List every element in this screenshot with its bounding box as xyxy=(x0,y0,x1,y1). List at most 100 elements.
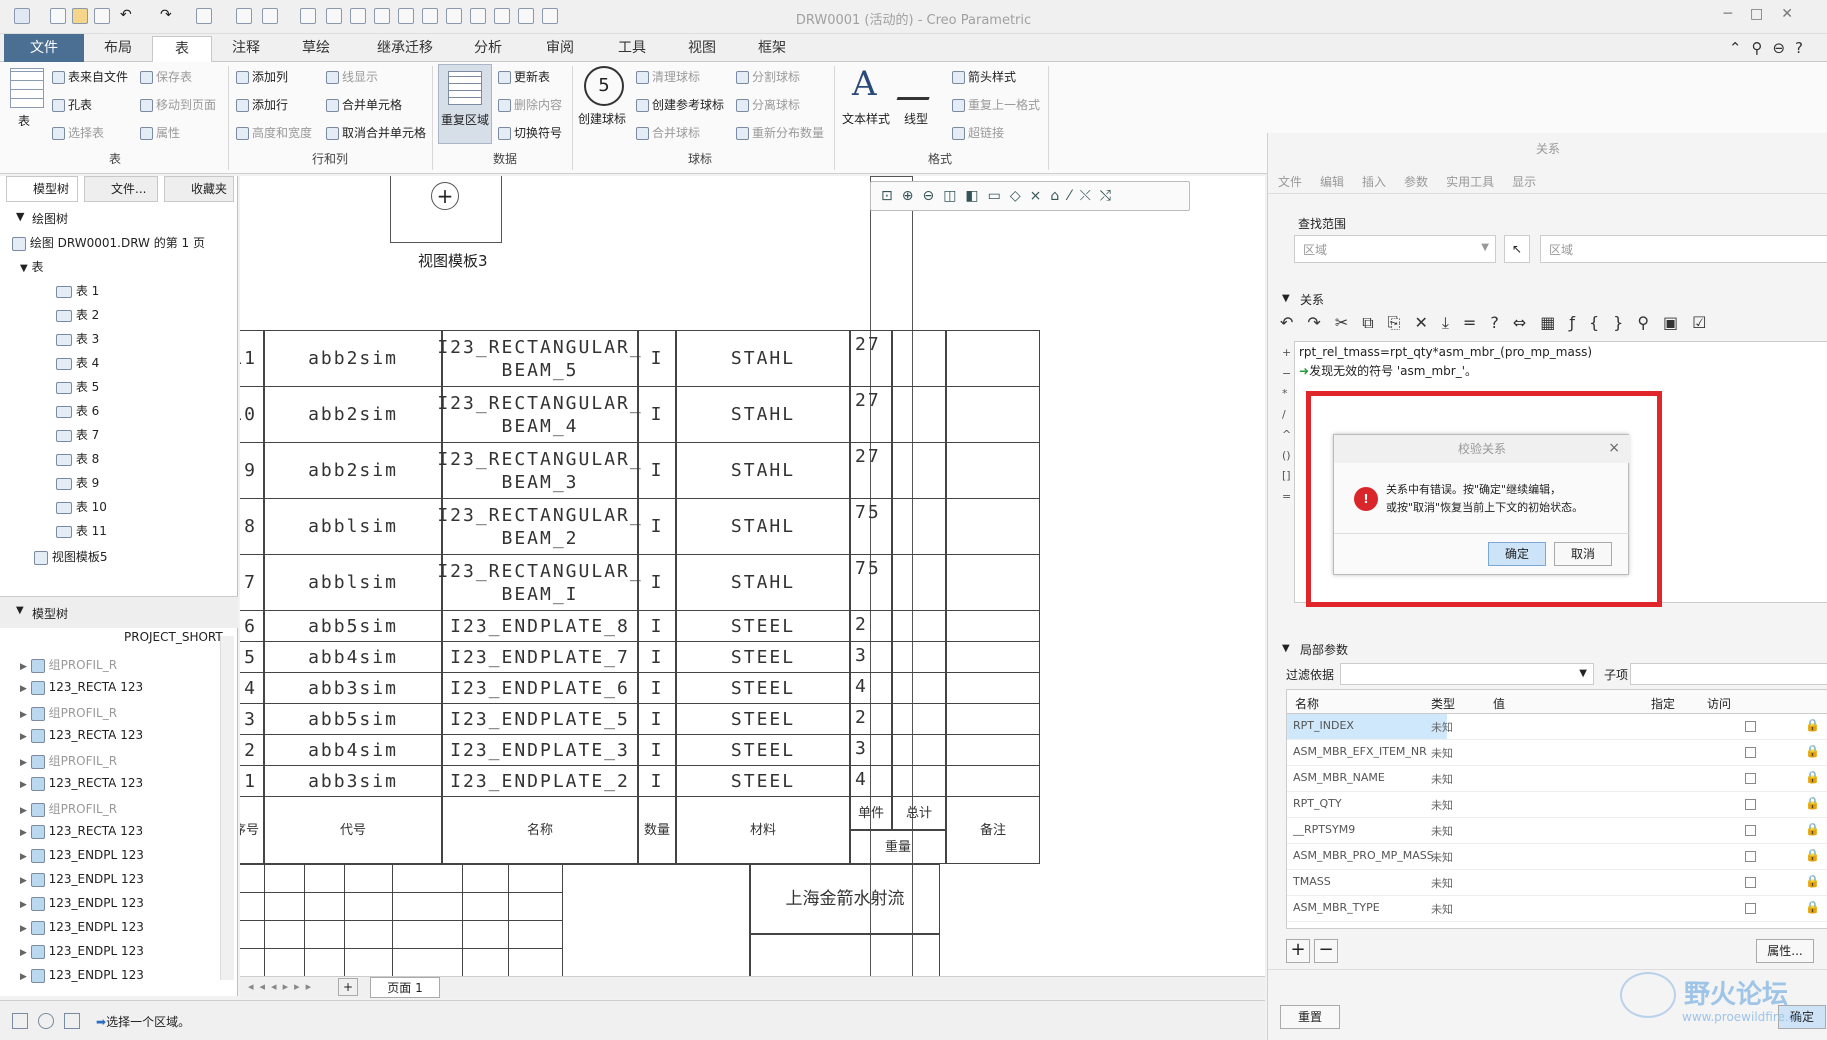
bom-cell-unit[interactable]: 2 xyxy=(850,610,892,642)
bom-cell-name[interactable]: I23_RECTANGULAR_ BEAM_5 xyxy=(437,330,641,387)
tab-tools[interactable]: 工具 xyxy=(600,36,664,62)
bom-cell-idx[interactable]: 5 xyxy=(240,641,264,673)
bom-cell-idx[interactable]: 2 xyxy=(240,734,264,766)
bom-cell-unit[interactable]: 27 xyxy=(850,330,892,387)
bom-cell-code[interactable]: abblsim xyxy=(264,554,442,611)
model-tree-item[interactable]: ▶ 组PROFIL_R xyxy=(20,752,117,769)
tab-model-tree[interactable]: 模型树 xyxy=(6,176,78,202)
collapse-icon[interactable]: ▼ xyxy=(16,210,24,223)
bom-cell-mat[interactable]: STAHL xyxy=(676,554,850,611)
table-node[interactable]: 表 8 xyxy=(56,450,99,467)
expand-icon[interactable]: ▶ xyxy=(20,972,27,982)
bom-cell-mat[interactable]: STEEL xyxy=(676,610,850,642)
bom-cell-unit[interactable]: 4 xyxy=(850,765,892,797)
params-row[interactable]: TMASS 未知 🔒 xyxy=(1287,870,1827,896)
bom-cell-total[interactable] xyxy=(892,330,946,387)
scrollbar[interactable] xyxy=(220,636,234,980)
bom-cell-qty[interactable]: I xyxy=(638,765,676,797)
bom-cell-unit[interactable]: 75 xyxy=(850,554,892,611)
bom-cell-unit[interactable]: 3 xyxy=(850,734,892,766)
text-style-label[interactable]: 文本样式 xyxy=(842,110,890,127)
bom-cell-mat[interactable]: STEEL xyxy=(676,703,850,735)
dialog-close-icon[interactable]: × xyxy=(1608,440,1620,456)
remove-param-button[interactable]: − xyxy=(1314,939,1338,963)
tab-analysis[interactable]: 分析 xyxy=(458,36,518,62)
params-row[interactable]: ASM_MBR_TYPE 未知 🔒 xyxy=(1287,896,1827,922)
bom-cell-name[interactable]: I23_ENDPLATE_2 xyxy=(442,765,638,797)
expand-icon[interactable]: ▶ xyxy=(20,828,27,838)
expand-icon[interactable]: ▼ xyxy=(20,263,28,274)
dialog-ok-button[interactable]: 确定 xyxy=(1488,542,1546,566)
bom-cell-remark[interactable] xyxy=(946,442,1040,499)
bom-cell-total[interactable] xyxy=(892,610,946,642)
params-row[interactable]: __RPTSYM9 未知 🔒 xyxy=(1287,818,1827,844)
create-balloon-label[interactable]: 创建球标 xyxy=(578,110,626,127)
expand-icon[interactable]: ▶ xyxy=(20,924,27,934)
table-node[interactable]: 表 7 xyxy=(56,426,99,443)
params-row[interactable]: ASM_MBR_EFX_ITEM_NR 未知 🔒 xyxy=(1287,740,1827,766)
dialog-cancel-button[interactable]: 取消 xyxy=(1554,542,1612,566)
bom-cell-idx[interactable]: 1 xyxy=(240,765,264,797)
tab-favorites[interactable]: 收藏夹 xyxy=(164,176,234,202)
bom-cell-unit[interactable]: 3 xyxy=(850,641,892,673)
bom-cell-name[interactable]: I23_ENDPLATE_7 xyxy=(442,641,638,673)
params-row[interactable]: RPT_QTY 未知 🔒 xyxy=(1287,792,1827,818)
bom-cell-qty[interactable]: I xyxy=(638,330,676,387)
table-node[interactable]: 表 10 xyxy=(56,498,107,515)
table-node[interactable]: 表 3 xyxy=(56,330,99,347)
bom-cell-total[interactable] xyxy=(892,386,946,443)
tab-files[interactable]: 文件... xyxy=(84,176,158,202)
expand-icon[interactable]: ▶ xyxy=(20,876,27,886)
bom-cell-qty[interactable]: I xyxy=(638,610,676,642)
bom-cell-qty[interactable]: I xyxy=(638,703,676,735)
bom-cell-code[interactable]: abb5sim xyxy=(264,610,442,642)
bom-cell-remark[interactable] xyxy=(946,703,1040,735)
bom-cell-code[interactable]: abb5sim xyxy=(264,703,442,735)
text-style-icon[interactable]: A xyxy=(852,64,877,104)
expand-icon[interactable]: ▶ xyxy=(20,662,27,672)
params-row[interactable]: RPT_INDEX 未知 🔒 xyxy=(1287,714,1827,740)
bom-cell-idx[interactable]: 8 xyxy=(240,498,264,555)
designate-checkbox[interactable] xyxy=(1745,773,1756,784)
bom-cell-total[interactable] xyxy=(892,442,946,499)
bom-cell-mat[interactable]: STAHL xyxy=(676,498,850,555)
help-icons[interactable]: ⌃⚲⊖? xyxy=(1729,39,1813,57)
table-icon[interactable] xyxy=(10,68,44,108)
table-node[interactable]: 表 2 xyxy=(56,306,99,323)
page-tab[interactable]: 页面 1 xyxy=(370,977,440,998)
line-style-icon[interactable] xyxy=(896,70,940,100)
model-tree-item[interactable]: ▶ 123_ENDPL 123 xyxy=(20,920,144,935)
expand-icon[interactable]: ▶ xyxy=(20,732,27,742)
bom-cell-code[interactable]: abb2sim xyxy=(264,330,442,387)
bom-cell-qty[interactable]: I xyxy=(638,442,676,499)
filter-select[interactable]: ▼ xyxy=(1340,663,1594,685)
bom-cell-name[interactable]: I23_RECTANGULAR_ BEAM_2 xyxy=(437,498,641,555)
tab-frame[interactable]: 框架 xyxy=(740,36,804,62)
bom-cell-total[interactable] xyxy=(892,554,946,611)
designate-checkbox[interactable] xyxy=(1745,825,1756,836)
table-node[interactable]: 表 11 xyxy=(56,522,107,539)
relations-menu-item[interactable]: 文件 xyxy=(1278,175,1302,189)
bom-cell-qty[interactable]: I xyxy=(638,734,676,766)
expand-icon[interactable]: ▶ xyxy=(20,948,27,958)
bom-cell-code[interactable]: abblsim xyxy=(264,498,442,555)
bom-cell-idx[interactable]: 11 xyxy=(240,330,264,387)
bom-cell-name[interactable]: I23_ENDPLATE_3 xyxy=(442,734,638,766)
relations-menu-item[interactable]: 显示 xyxy=(1512,175,1536,189)
add-param-button[interactable]: + xyxy=(1286,939,1310,963)
pick-icon[interactable]: ↖ xyxy=(1504,235,1530,263)
designate-checkbox[interactable] xyxy=(1745,851,1756,862)
bom-cell-qty[interactable]: I xyxy=(638,554,676,611)
tab-view[interactable]: 视图 xyxy=(670,36,734,62)
relations-menu-item[interactable]: 插入 xyxy=(1362,175,1386,189)
tab-table[interactable]: 表 xyxy=(152,36,212,62)
lookup-item-field[interactable]: 区域 xyxy=(1540,235,1827,263)
window-controls[interactable]: ─□✕ xyxy=(1724,6,1811,22)
bom-cell-code[interactable]: abb3sim xyxy=(264,765,442,797)
properties-button[interactable]: 属性... xyxy=(1756,939,1814,963)
bom-cell-unit[interactable]: 27 xyxy=(850,442,892,499)
relations-menu-item[interactable]: 实用工具 xyxy=(1446,175,1494,189)
operator-button[interactable]: / xyxy=(1282,405,1291,426)
line-style-label[interactable]: 线型 xyxy=(904,110,928,127)
bom-cell-mat[interactable]: STEEL xyxy=(676,672,850,704)
